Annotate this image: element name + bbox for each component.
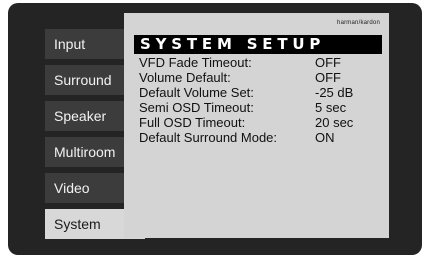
- setting-row-default-volume-set[interactable]: Default Volume Set: -25 dB: [139, 85, 379, 100]
- tab-label: Speaker: [54, 108, 107, 124]
- setting-value: -25 dB: [315, 85, 354, 100]
- tab-label: System: [54, 216, 101, 232]
- tab-label: Surround: [54, 72, 112, 88]
- setting-label: Volume Default:: [139, 70, 231, 85]
- setting-label: Default Volume Set:: [139, 85, 254, 100]
- tab-label: Video: [54, 180, 90, 196]
- setting-value: 20 sec: [315, 115, 354, 130]
- setting-row-volume-default[interactable]: Volume Default: OFF: [139, 70, 379, 85]
- setting-row-semi-osd-timeout[interactable]: Semi OSD Timeout: 5 sec: [139, 100, 379, 115]
- setting-row-default-surround-mode[interactable]: Default Surround Mode: ON: [139, 130, 379, 145]
- panel-title: SYSTEM SETUP: [134, 35, 382, 54]
- tab-label: Multiroom: [54, 144, 116, 160]
- setting-value: 5 sec: [315, 100, 347, 115]
- system-setup-panel: harman/kardon SYSTEM SETUP VFD Fade Time…: [124, 13, 389, 238]
- tab-label: Input: [54, 36, 86, 52]
- setting-label: Default Surround Mode:: [139, 130, 278, 145]
- setting-label: Semi OSD Timeout:: [139, 100, 254, 115]
- setting-value: ON: [315, 130, 335, 145]
- setting-value: OFF: [315, 55, 341, 70]
- setting-row-vfd-fade-timeout[interactable]: VFD Fade Timeout: OFF: [139, 55, 379, 70]
- settings-list: VFD Fade Timeout: OFF Volume Default: OF…: [139, 55, 379, 145]
- setting-label: Full OSD Timeout:: [139, 115, 246, 130]
- setting-row-full-osd-timeout[interactable]: Full OSD Timeout: 20 sec: [139, 115, 379, 130]
- brand-logo: harman/kardon: [337, 20, 380, 26]
- setting-value: OFF: [315, 70, 341, 85]
- osd-screen: Input Surround Speaker Multiroom Video S…: [8, 3, 422, 255]
- setting-label: VFD Fade Timeout:: [139, 55, 252, 70]
